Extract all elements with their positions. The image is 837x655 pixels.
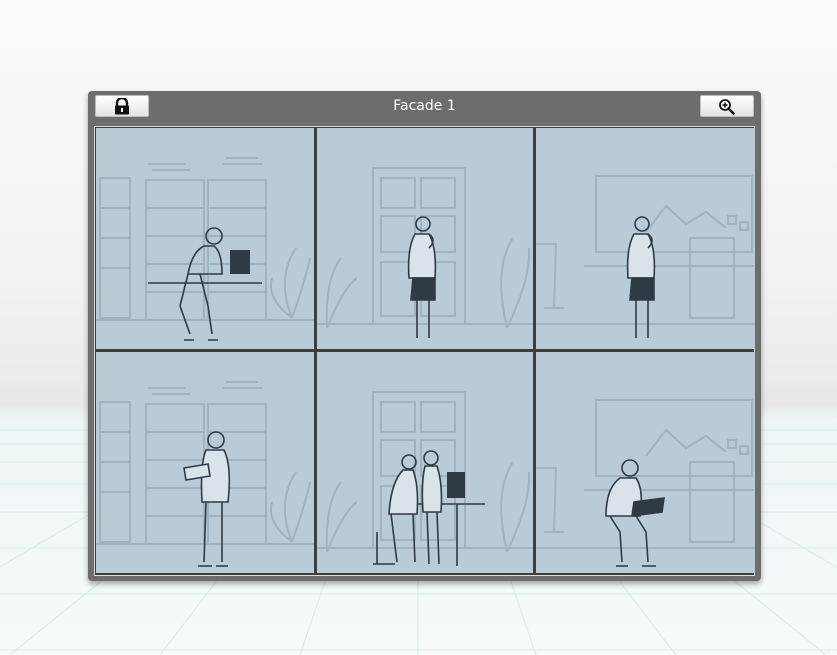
facade-cell[interactable] [536, 352, 755, 573]
facade-cell[interactable] [317, 352, 533, 573]
office-scene-image [317, 167, 533, 338]
facade-cell[interactable] [96, 352, 314, 573]
facade-cell[interactable] [536, 128, 755, 349]
office-scene-image [536, 399, 755, 567]
title-bar: Facade 1 [88, 91, 761, 121]
office-scene-image [536, 175, 755, 338]
window-title: Facade 1 [393, 98, 456, 114]
facade-window: Facade 1 [88, 91, 761, 581]
office-scene-image [317, 391, 533, 566]
facade-cell[interactable] [317, 128, 533, 349]
zoom-in-button[interactable] [700, 95, 754, 117]
zoom-in-icon [719, 98, 735, 115]
facade-cell[interactable] [96, 128, 314, 349]
facade-grid [94, 126, 755, 576]
office-scene-image [96, 381, 314, 567]
office-scene-image [96, 157, 314, 341]
